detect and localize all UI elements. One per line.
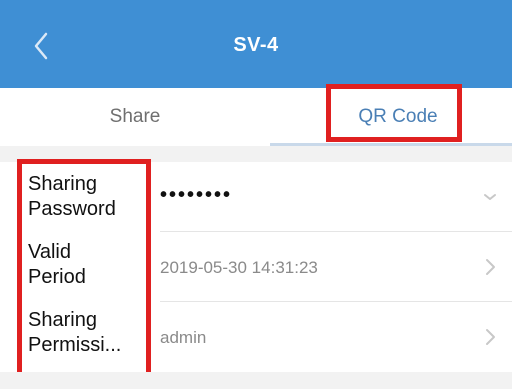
chevron-down-icon — [480, 185, 500, 209]
chevron-right-icon — [480, 325, 500, 349]
valid-period-value: 2019-05-30 14:31:23 — [160, 258, 318, 277]
sharing-password-value: •••••••• — [160, 184, 233, 206]
labels-highlight — [17, 159, 151, 381]
qr-code-tab-highlight — [326, 84, 462, 142]
nav-bar: SV-4 — [0, 0, 512, 88]
bottom-spacer — [0, 372, 512, 389]
page-title: SV-4 — [233, 34, 279, 56]
sharing-permission-value: admin — [160, 328, 207, 347]
tab-share[interactable]: Share — [60, 88, 210, 146]
chevron-right-icon — [480, 255, 500, 279]
